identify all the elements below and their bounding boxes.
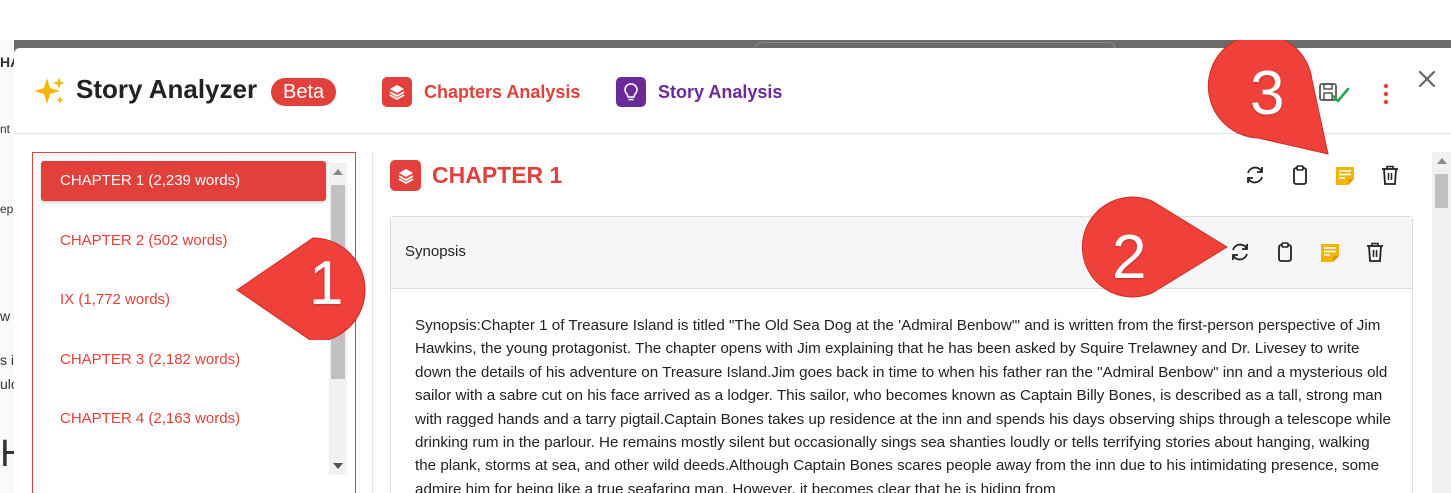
chapter-item[interactable]: CHAPTER 1 (2,239 words) xyxy=(41,161,326,201)
app-title: Story Analyzer xyxy=(76,74,258,104)
scroll-up-arrow[interactable] xyxy=(333,169,343,175)
background-text: nt xyxy=(0,122,11,136)
background-text: H xyxy=(0,433,14,475)
synopsis-card-header[interactable]: Synopsis xyxy=(391,217,1412,289)
callout-marker xyxy=(1081,196,1228,298)
notes-icon[interactable] xyxy=(1334,164,1356,186)
background-page: HA nt ep w s i ulc H xyxy=(0,40,14,493)
background-text: w xyxy=(0,308,11,324)
trash-icon[interactable] xyxy=(1379,164,1401,186)
beta-badge: Beta xyxy=(271,78,337,106)
layers-icon xyxy=(390,160,421,191)
background-text: s i xyxy=(0,352,14,368)
kebab-menu-icon[interactable] xyxy=(1376,82,1396,106)
clipboard-icon[interactable] xyxy=(1289,164,1311,186)
tab-label: Story Analysis xyxy=(658,81,783,102)
synopsis-text: Synopsis:Chapter 1 of Treasure Island is… xyxy=(415,317,1391,493)
scroll-down-arrow[interactable] xyxy=(333,463,343,469)
background-text: HA xyxy=(0,54,14,70)
refresh-icon[interactable] xyxy=(1244,164,1266,186)
synopsis-card: Synopsis Synopsis:Chapter 1 of Treasure … xyxy=(390,216,1413,493)
scrollbar-thumb[interactable] xyxy=(1435,174,1448,208)
section-title: Synopsis xyxy=(405,243,466,260)
notes-icon[interactable] xyxy=(1319,241,1341,263)
callout-number: 2 xyxy=(1112,223,1147,292)
background-text: ulc xyxy=(0,376,14,392)
tab-label: Chapters Analysis xyxy=(424,81,581,102)
chapter-title: CHAPTER 1 xyxy=(432,162,563,188)
refresh-icon[interactable] xyxy=(1229,241,1251,263)
background-text: ep xyxy=(0,202,14,216)
chapter-item[interactable]: CHAPTER 4 (2,163 words) xyxy=(41,399,326,439)
chapter-item[interactable]: CHAPTER 3 (2,182 words) xyxy=(41,340,326,380)
scroll-up-arrow[interactable] xyxy=(1437,158,1447,164)
tab-chapters-analysis[interactable]: Chapters Analysis xyxy=(382,76,580,108)
callout-number: 3 xyxy=(1250,59,1285,128)
sparkle-icon xyxy=(34,77,65,104)
layers-icon xyxy=(382,77,412,107)
close-icon[interactable] xyxy=(1416,68,1438,90)
content-scrollbar[interactable] xyxy=(1432,152,1451,493)
clipboard-icon[interactable] xyxy=(1274,241,1296,263)
trash-icon[interactable] xyxy=(1364,241,1386,263)
lightbulb-icon xyxy=(616,77,646,107)
callout-number: 1 xyxy=(309,249,344,318)
tab-story-analysis[interactable]: Story Analysis xyxy=(616,76,782,108)
browser-top-area xyxy=(0,0,1451,40)
